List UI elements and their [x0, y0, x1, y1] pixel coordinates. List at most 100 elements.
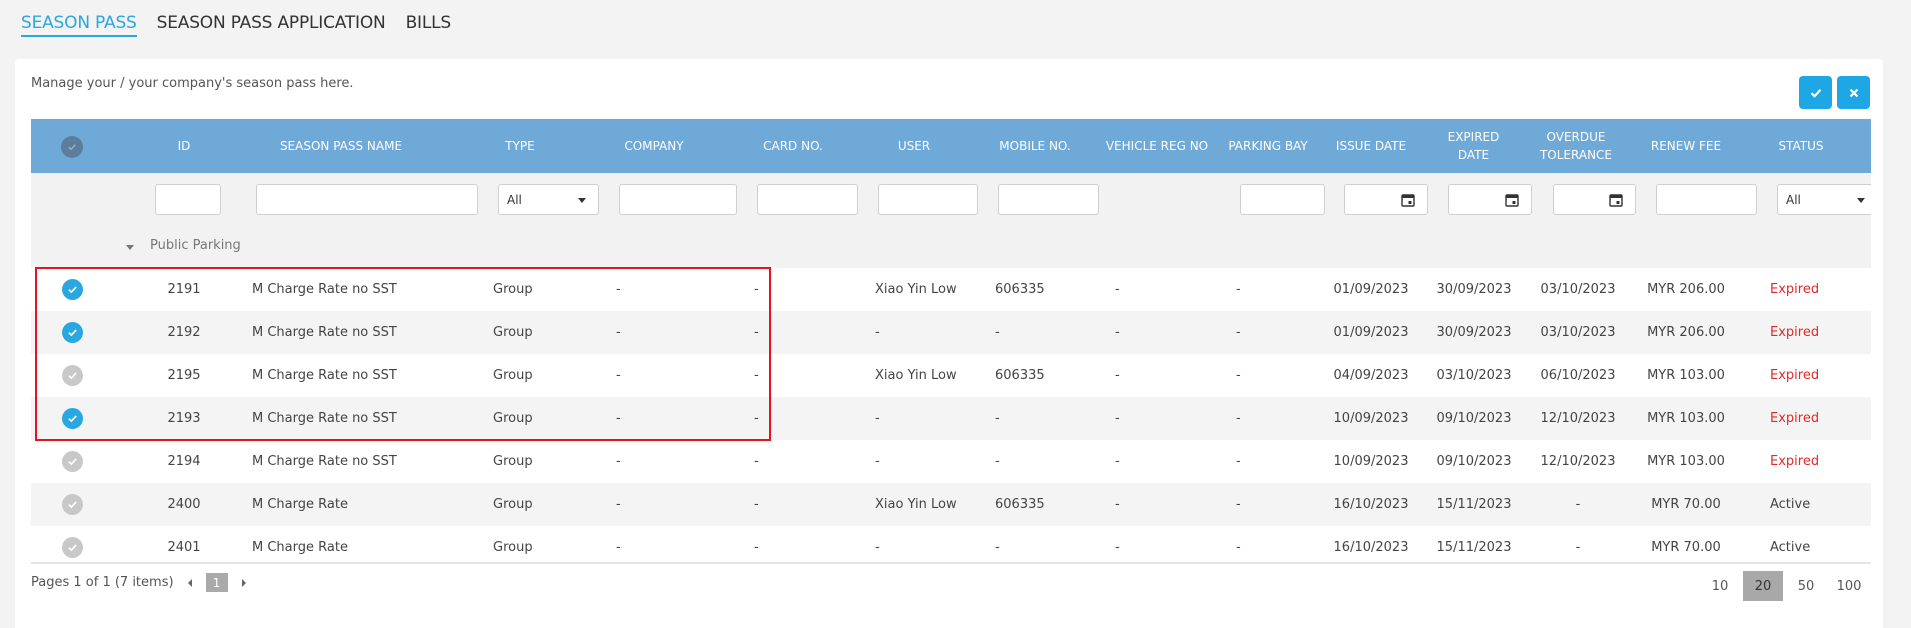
panel-description: Manage your / your company's season pass… — [31, 76, 354, 91]
page-size-20[interactable]: 20 — [1743, 571, 1783, 601]
overdue-tolerance-filter-input[interactable] — [1553, 184, 1636, 215]
filter-row: All All — [31, 173, 1871, 225]
column-header-parking-bay[interactable]: PARKING BAY — [1218, 119, 1318, 173]
column-header-type[interactable]: TYPE — [480, 119, 560, 173]
row-select-checkbox[interactable] — [62, 537, 83, 558]
cell-status: Expired — [1770, 368, 1820, 383]
cell-bay: - — [1236, 411, 1241, 426]
cell-id: 2194 — [167, 454, 201, 469]
cell-vehicle: - — [1115, 540, 1120, 555]
prev-page-icon[interactable] — [187, 578, 192, 587]
column-header-user[interactable]: USER — [864, 119, 964, 173]
user-filter-input[interactable] — [878, 184, 978, 215]
page-number-button[interactable]: 1 — [205, 573, 228, 592]
cell-user: Xiao Yin Low — [875, 282, 957, 297]
cell-expired: 03/10/2023 — [1436, 368, 1512, 383]
cell-issue: 01/09/2023 — [1333, 325, 1409, 340]
table-row[interactable]: 2194 M Charge Rate no SST Group - - - - - - 10/09… — [31, 440, 1871, 483]
table-row[interactable]: 2401 M Charge Rate Group - - - - - - 16/10/2023 15… — [31, 526, 1871, 562]
cell-issue: 16/10/2023 — [1333, 497, 1409, 512]
type-filter-value: All — [507, 192, 522, 207]
column-header-season-pass-name[interactable]: SEASON PASS NAME — [241, 119, 441, 173]
cell-overdue: 06/10/2023 — [1540, 368, 1616, 383]
issue-date-filter-input[interactable] — [1344, 184, 1428, 215]
calendar-icon[interactable] — [1505, 193, 1519, 207]
mobile-no-filter-input[interactable] — [998, 184, 1099, 215]
cell-expired: 30/09/2023 — [1436, 282, 1512, 297]
cell-id: 2401 — [167, 540, 201, 555]
cell-fee: MYR 103.00 — [1647, 454, 1725, 469]
company-filter-input[interactable] — [619, 184, 737, 215]
name-filter-input[interactable] — [256, 184, 478, 215]
cell-vehicle: - — [1115, 325, 1120, 340]
cell-user: Xiao Yin Low — [875, 497, 957, 512]
id-filter-input[interactable] — [155, 184, 221, 215]
status-filter-select[interactable]: All — [1777, 184, 1871, 215]
row-select-checkbox[interactable] — [62, 494, 83, 515]
cell-overdue: 12/10/2023 — [1540, 411, 1616, 426]
parking-bay-filter-input[interactable] — [1240, 184, 1325, 215]
cell-bay: - — [1236, 282, 1241, 297]
column-header-id[interactable]: ID — [149, 119, 219, 173]
cell-issue: 04/09/2023 — [1333, 368, 1409, 383]
cell-user: - — [875, 325, 880, 340]
cell-overdue: - — [1575, 497, 1581, 512]
calendar-icon[interactable] — [1401, 193, 1415, 207]
cell-status: Active — [1770, 540, 1811, 555]
page-size-10[interactable]: 10 — [1700, 571, 1740, 601]
column-header-company[interactable]: COMPANY — [604, 119, 704, 173]
cell-expired: 09/10/2023 — [1436, 454, 1512, 469]
cell-id: 2400 — [167, 497, 201, 512]
group-row[interactable]: Public Parking — [31, 225, 1871, 268]
cell-user: Xiao Yin Low — [875, 368, 957, 383]
cell-fee: MYR 70.00 — [1651, 540, 1721, 555]
cell-overdue: - — [1575, 540, 1581, 555]
column-header-status[interactable]: STATUS — [1761, 119, 1841, 173]
column-header-renew-fee[interactable]: RENEW FEE — [1636, 119, 1736, 173]
confirm-button[interactable] — [1799, 76, 1832, 109]
cell-mobile: 606335 — [995, 282, 1045, 297]
type-filter-select[interactable]: All — [498, 184, 599, 215]
cell-status: Active — [1770, 497, 1811, 512]
cell-bay: - — [1236, 540, 1241, 555]
column-header-overdue-tolerance[interactable]: OVERDUE TOLERANCE — [1536, 119, 1616, 173]
cell-overdue: 12/10/2023 — [1540, 454, 1616, 469]
pager: Pages 1 of 1 (7 items) 1 — [31, 573, 246, 592]
column-header-issue-date[interactable]: ISSUE DATE — [1321, 119, 1421, 173]
cell-company: - — [616, 454, 621, 469]
grid-bottom-divider — [31, 562, 1871, 564]
next-page-icon[interactable] — [241, 578, 246, 587]
cell-card: - — [754, 540, 759, 555]
page-size-selector: 10 20 50 100 — [1697, 571, 1869, 601]
table-row[interactable]: 2400 M Charge Rate Group - - Xiao Yin Low 6063… — [31, 483, 1871, 526]
cell-card: - — [754, 497, 759, 512]
column-header-expired-date[interactable]: EXPIRED DATE — [1441, 119, 1506, 173]
collapse-caret-icon[interactable] — [126, 245, 134, 250]
cell-issue: 10/09/2023 — [1333, 454, 1409, 469]
select-all-checkbox[interactable] — [61, 136, 83, 158]
renew-fee-filter-input[interactable] — [1656, 184, 1757, 215]
column-header-card-no[interactable]: CARD NO. — [743, 119, 843, 173]
caret-down-icon — [578, 198, 586, 203]
tab-season-pass[interactable]: SEASON PASS — [21, 10, 137, 37]
cell-issue: 16/10/2023 — [1333, 540, 1409, 555]
column-header-mobile-no[interactable]: MOBILE NO. — [985, 119, 1085, 173]
row-select-checkbox[interactable] — [62, 451, 83, 472]
cell-fee: MYR 103.00 — [1647, 411, 1725, 426]
cell-user: - — [875, 454, 880, 469]
cell-expired: 30/09/2023 — [1436, 325, 1512, 340]
expired-date-filter-input[interactable] — [1448, 184, 1532, 215]
card-no-filter-input[interactable] — [757, 184, 858, 215]
cancel-button[interactable] — [1837, 76, 1870, 109]
check-icon — [68, 144, 76, 151]
cell-overdue: 03/10/2023 — [1540, 282, 1616, 297]
tab-bills[interactable]: BILLS — [406, 10, 452, 40]
cell-user: - — [875, 411, 880, 426]
cell-company: - — [616, 497, 621, 512]
page-size-100[interactable]: 100 — [1829, 571, 1869, 601]
column-header-vehicle-reg-no[interactable]: VEHICLE REG NO — [1097, 119, 1217, 173]
cell-mobile: 606335 — [995, 497, 1045, 512]
calendar-icon[interactable] — [1609, 193, 1623, 207]
tab-season-pass-application[interactable]: SEASON PASS APPLICATION — [157, 10, 386, 40]
page-size-50[interactable]: 50 — [1786, 571, 1826, 601]
